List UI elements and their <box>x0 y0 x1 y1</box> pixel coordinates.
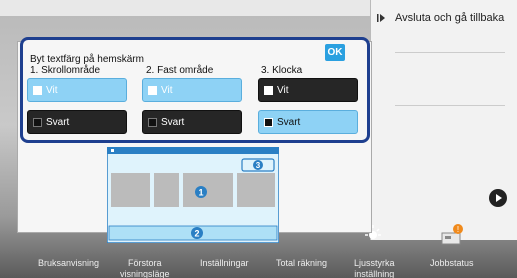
divider <box>395 52 505 53</box>
manual-button[interactable]: Bruksanvisning <box>38 258 99 269</box>
white-swatch-icon <box>148 86 157 95</box>
option-label: Svart <box>161 117 185 128</box>
option-label: Svart <box>46 117 70 128</box>
next-page-button[interactable] <box>489 189 507 207</box>
black-swatch-icon <box>264 118 273 127</box>
option-label: Svart <box>277 117 301 128</box>
home-screen-preview: 3 1 2 <box>107 147 279 243</box>
back-arrow-icon[interactable] <box>376 13 386 23</box>
divider <box>395 105 505 106</box>
white-swatch-icon <box>33 86 42 95</box>
panel-title: Byt textfärg på hemskärm <box>30 54 144 65</box>
option-label: Vit <box>46 85 58 96</box>
column-label-fixed: 2. Fast område <box>146 65 214 76</box>
home-screen: Avsluta och gå tillbaka ! Bruksanvisning… <box>0 0 517 278</box>
option-label: Vit <box>277 85 289 96</box>
fixed-area-white-option[interactable]: Vit <box>142 78 242 102</box>
clock-black-option[interactable]: Svart <box>258 110 358 134</box>
option-label: Vit <box>161 85 173 96</box>
clock-white-option[interactable]: Vit <box>258 78 358 102</box>
marker-1: 1 <box>198 188 203 198</box>
job-status-icon: ! <box>441 224 463 245</box>
black-swatch-icon <box>33 118 42 127</box>
dock-label-line-1: Förstora <box>128 258 162 268</box>
brightness-button[interactable]: Ljusstyrka inställning <box>354 258 395 278</box>
marker-3: 3 <box>256 161 261 170</box>
ok-button[interactable]: OK <box>325 44 345 61</box>
job-status-button[interactable]: Jobbstatus <box>430 258 474 269</box>
column-label-clock: 3. Klocka <box>261 65 303 76</box>
dock-label-line-1: Ljusstyrka <box>354 258 395 268</box>
marker-2: 2 <box>194 229 199 239</box>
white-swatch-icon <box>264 86 273 95</box>
exit-and-return-button[interactable]: Avsluta och gå tillbaka <box>395 12 504 24</box>
black-swatch-icon <box>148 118 157 127</box>
column-label-scroll: 1. Skrollområde <box>30 65 101 76</box>
scroll-area-white-option[interactable]: Vit <box>27 78 127 102</box>
svg-text:!: ! <box>457 225 459 234</box>
enlarge-display-button[interactable]: Förstora visningsläge <box>120 258 170 278</box>
dock-label-line-2: inställning <box>354 269 395 278</box>
total-count-button[interactable]: Total räkning <box>276 258 327 269</box>
scroll-area-black-option[interactable]: Svart <box>27 110 127 134</box>
settings-button[interactable]: Inställningar <box>200 258 249 269</box>
top-bar <box>0 0 370 16</box>
dock-label-line-2: visningsläge <box>120 269 170 278</box>
fixed-area-black-option[interactable]: Svart <box>142 110 242 134</box>
